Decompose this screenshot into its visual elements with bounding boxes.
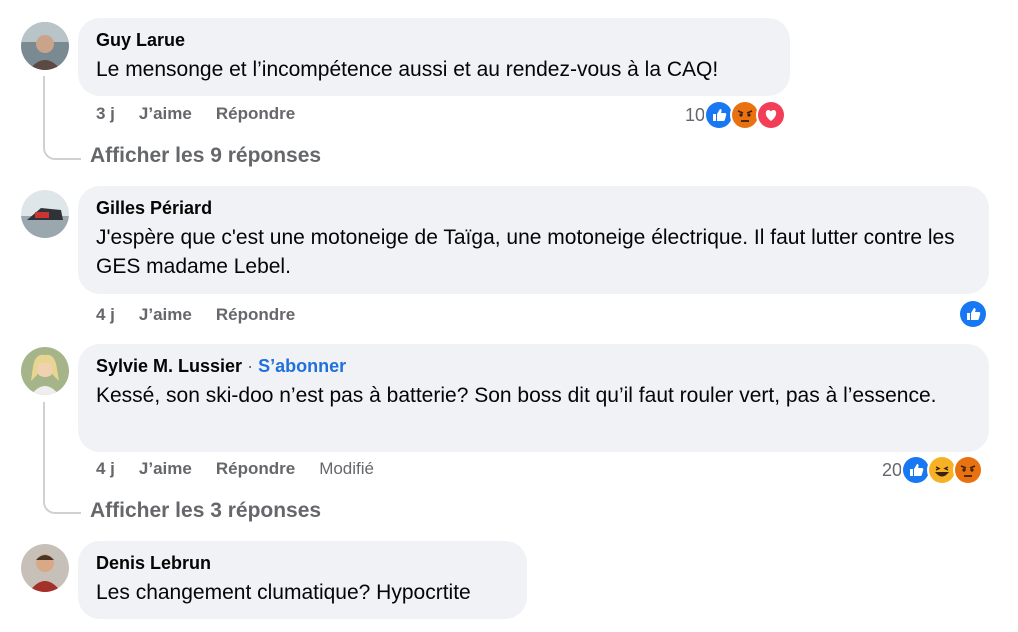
reply-thread-line: [43, 402, 81, 514]
avatar-guy-larue[interactable]: [21, 22, 69, 70]
comment-time[interactable]: 3 j: [96, 104, 115, 124]
comment-author-line: Sylvie M. Lussier · S’abonner: [96, 355, 971, 377]
comment-text: Le mensonge et l’incompétence aussi et a…: [96, 58, 719, 81]
like-button[interactable]: J’aime: [139, 305, 192, 325]
reply-thread-line: [43, 76, 81, 160]
reply-button[interactable]: Répondre: [216, 305, 295, 325]
comment-text: Kessé, son ski-doo n’est pas à batterie?…: [96, 384, 937, 407]
view-replies-link[interactable]: Afficher les 3 réponses: [90, 499, 321, 523]
view-replies-link[interactable]: Afficher les 9 réponses: [90, 144, 321, 168]
comment-actions: 4 j J’aime Répondre: [96, 305, 295, 325]
comment-text: Les changement clumatique? Hypocrtite: [96, 581, 471, 604]
comment-time[interactable]: 4 j: [96, 305, 115, 325]
like-button[interactable]: J’aime: [139, 104, 192, 124]
angry-icon: [953, 455, 984, 485]
reply-button[interactable]: Répondre: [216, 104, 295, 124]
like-button[interactable]: J’aime: [139, 459, 192, 479]
love-icon: [756, 100, 787, 130]
avatar-gilles-periard[interactable]: [21, 190, 69, 238]
comment-author[interactable]: Denis Lebrun: [96, 552, 509, 574]
comment-bubble: Guy Larue Le mensonge et l’incompétence …: [78, 18, 790, 96]
comment-author[interactable]: Guy Larue: [96, 29, 772, 51]
avatar-denis-lebrun[interactable]: [21, 544, 69, 592]
reaction-count: 20: [882, 459, 903, 480]
comment-actions: 3 j J’aime Répondre: [96, 104, 295, 124]
comment-bubble: Denis Lebrun Les changement clumatique? …: [78, 541, 527, 619]
reply-button[interactable]: Répondre: [216, 459, 295, 479]
comment-time[interactable]: 4 j: [96, 459, 115, 479]
like-icon: [958, 299, 988, 329]
comment-text: J'espère que c'est une motoneige de Taïg…: [96, 226, 955, 278]
comment-author[interactable]: Sylvie M. Lussier: [96, 356, 242, 376]
follow-link[interactable]: S’abonner: [258, 356, 346, 376]
reaction-summary[interactable]: [958, 299, 988, 329]
comment-bubble: Sylvie M. Lussier · S’abonner Kessé, son…: [78, 344, 989, 452]
reaction-count: 10: [685, 104, 706, 125]
reaction-summary[interactable]: 20: [882, 455, 984, 485]
edited-label[interactable]: Modifié: [319, 459, 374, 479]
comment-author[interactable]: Gilles Périard: [96, 197, 971, 219]
avatar-sylvie-lussier[interactable]: [21, 347, 69, 395]
reaction-summary[interactable]: 10: [685, 100, 787, 130]
comment-bubble: Gilles Périard J'espère que c'est une mo…: [78, 186, 989, 294]
separator-dot: ·: [247, 356, 254, 376]
comment-actions: 4 j J’aime Répondre Modifié: [96, 459, 374, 479]
